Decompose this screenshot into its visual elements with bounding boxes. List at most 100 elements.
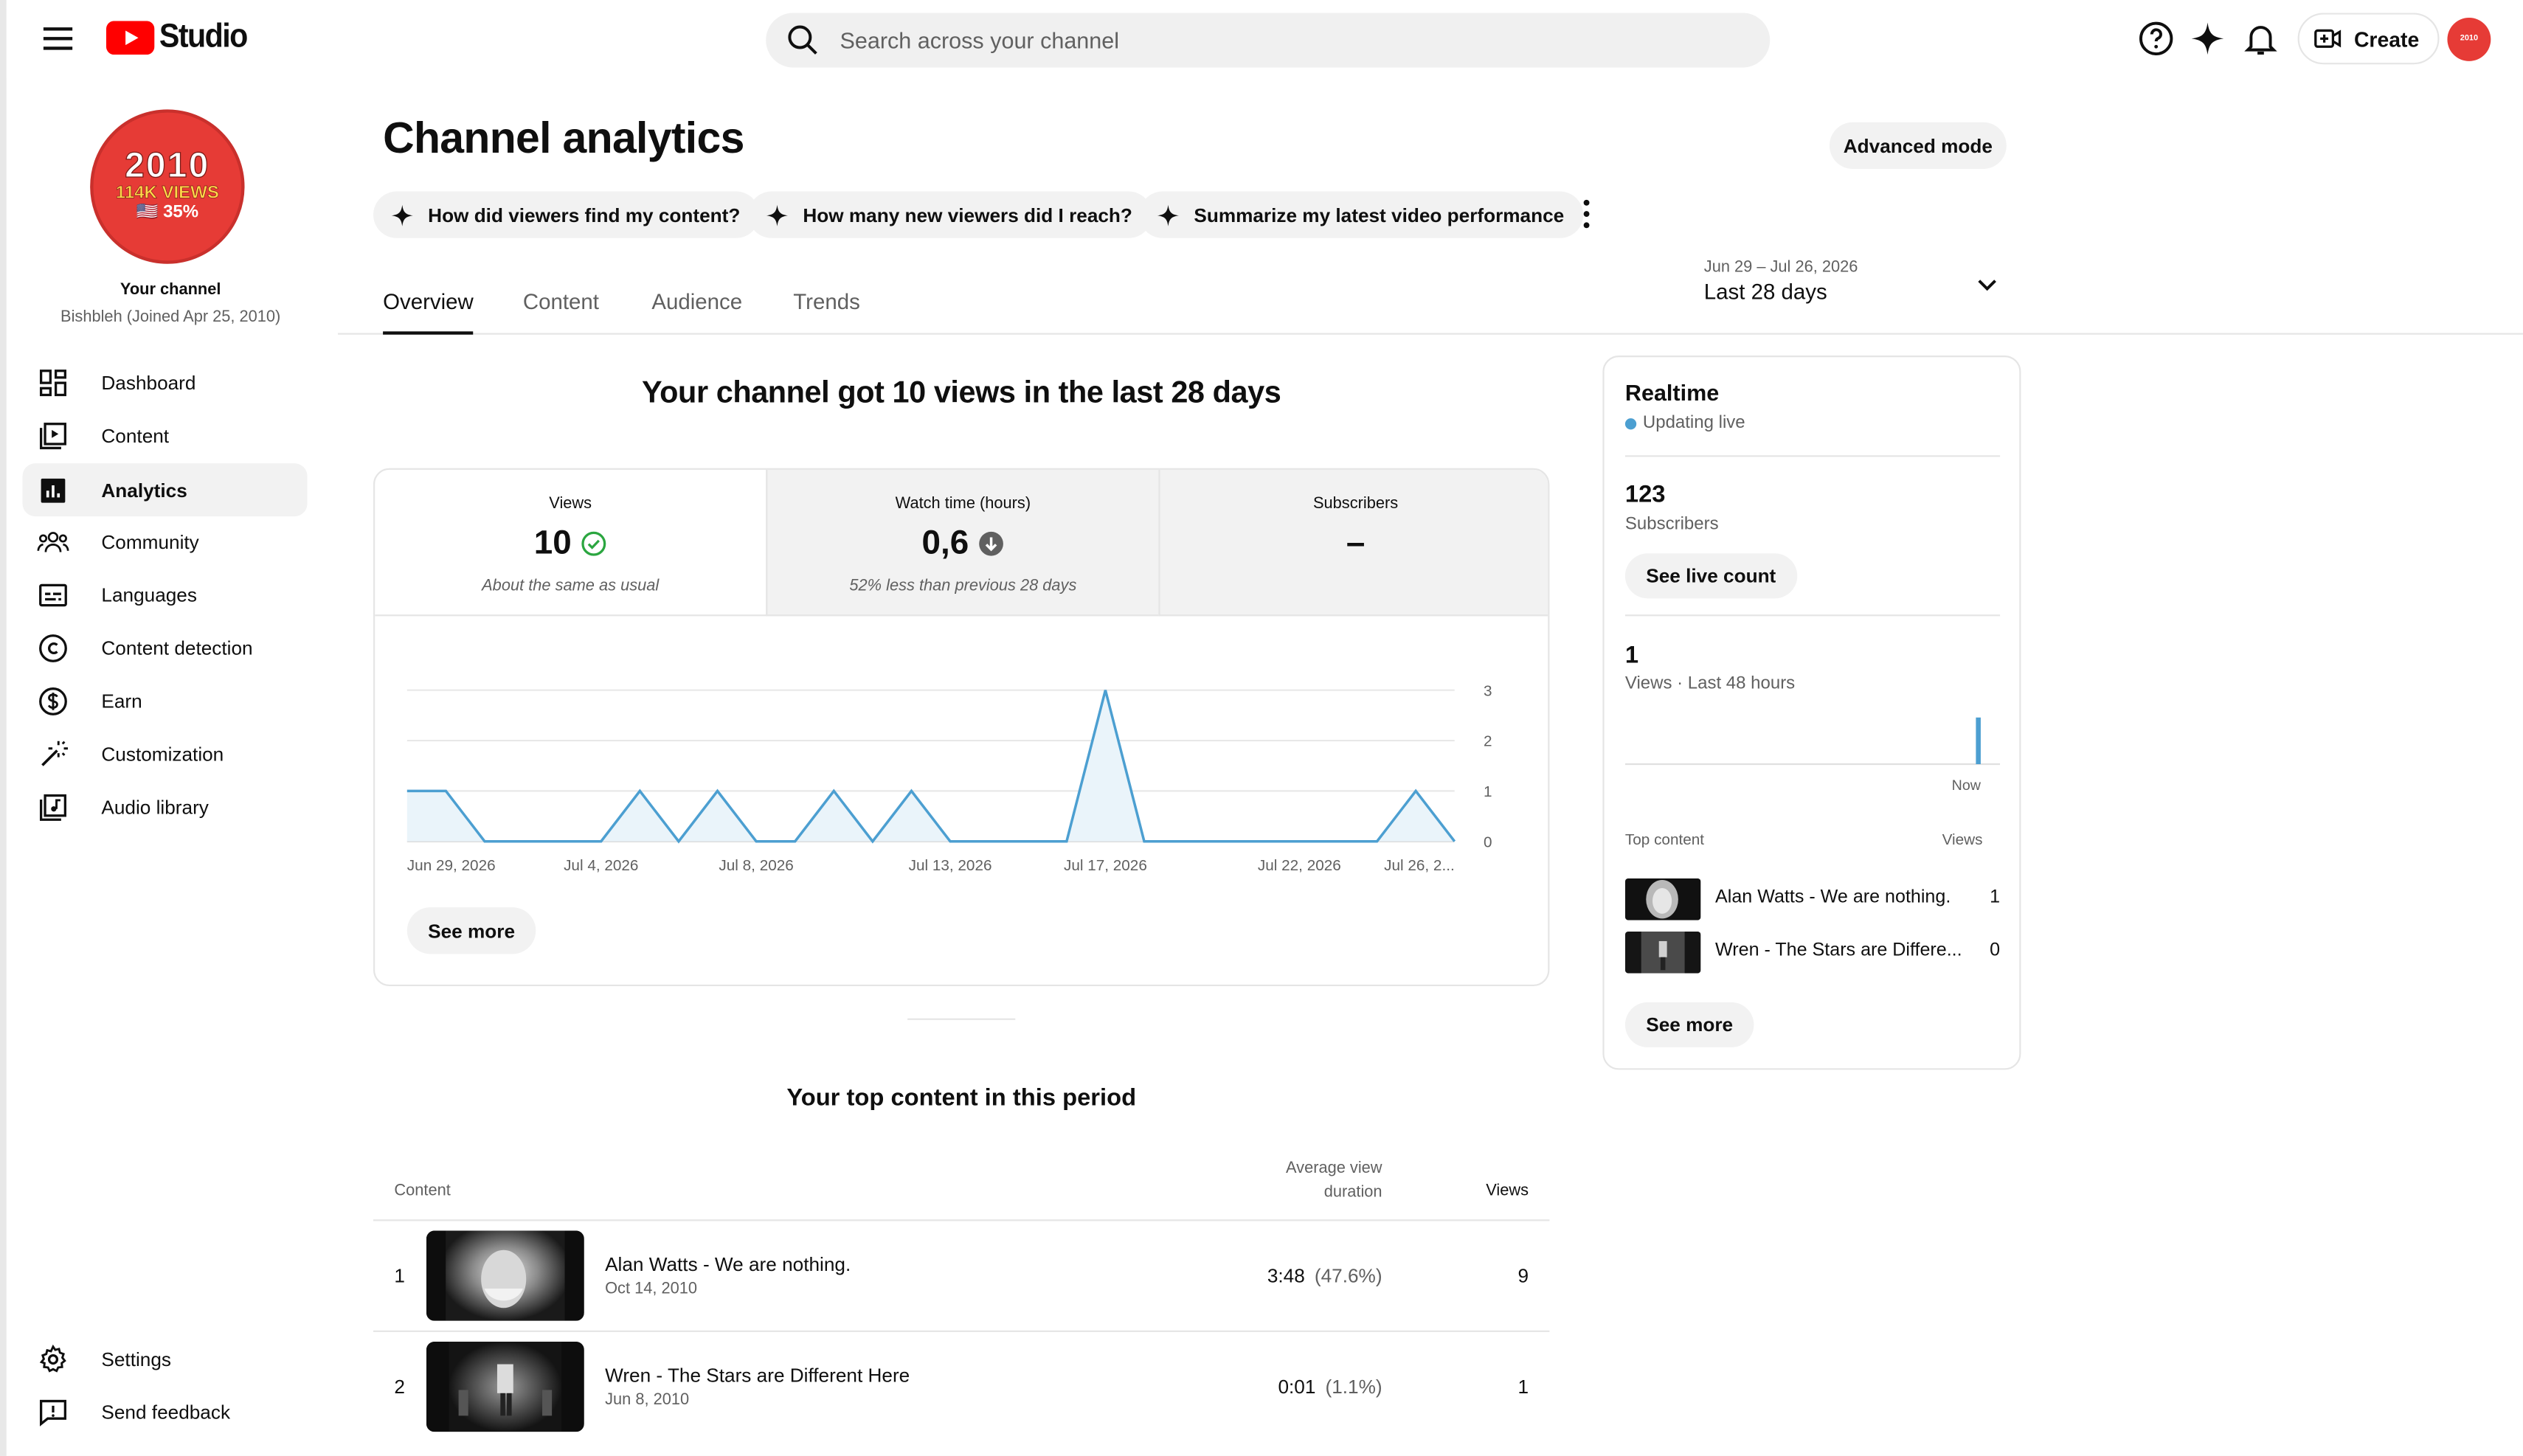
tab-trends[interactable]: Trends xyxy=(793,290,860,335)
sidebar-item-languages[interactable]: Languages xyxy=(23,568,308,621)
realtime-content-item[interactable]: Alan Watts - We are nothing. 1 xyxy=(1624,878,2001,921)
sidebar-item-earn[interactable]: Earn xyxy=(23,674,308,727)
metric-value: 0,6 xyxy=(921,524,969,562)
sidebar-item-label: Community xyxy=(101,530,199,553)
your-channel-label: Your channel xyxy=(120,281,221,299)
check-circle-icon xyxy=(581,531,606,556)
realtime-views-value: 1 xyxy=(1624,642,1639,670)
metric-value: 10 xyxy=(533,524,572,562)
sidebar-item-settings[interactable]: Settings xyxy=(23,1332,308,1385)
top-bar: Studio Create 2010 xyxy=(6,0,2523,77)
sparkle-icon xyxy=(1157,204,1180,226)
realtime-subs-value: 123 xyxy=(1624,481,1666,509)
tab-overview[interactable]: Overview xyxy=(383,290,474,335)
sidebar: 2010 114K VIEWS 🇺🇸 35% Your channel Bish… xyxy=(7,77,338,1456)
search-bar[interactable] xyxy=(766,13,1771,68)
metric-value: – xyxy=(1346,524,1366,562)
ai-prompt-chip-3[interactable]: Summarize my latest video performance xyxy=(1139,191,1584,238)
channel-avatar[interactable]: 2010 114K VIEWS 🇺🇸 35% xyxy=(90,109,245,264)
video-date: Jun 8, 2010 xyxy=(605,1391,690,1410)
sidebar-item-dashboard[interactable]: Dashboard xyxy=(23,356,308,409)
realtime-status: Updating live xyxy=(1624,413,1745,433)
metric-subscribers[interactable]: Subscribers – xyxy=(1158,469,1548,617)
arrow-down-circle-icon xyxy=(979,531,1004,556)
column-header-avd: Average view duration xyxy=(1286,1159,1382,1202)
column-header-content: Content xyxy=(394,1182,451,1201)
sidebar-item-label: Send feedback xyxy=(101,1400,231,1424)
studio-logo[interactable]: Studio xyxy=(105,18,257,56)
sidebar-item-customization[interactable]: Customization xyxy=(23,727,308,780)
channel-avatar-pct: 🇺🇸 35% xyxy=(136,203,199,223)
search-input[interactable] xyxy=(840,27,1741,53)
metric-watch-time[interactable]: Watch time (hours) 0,6 52% less than pre… xyxy=(766,469,1159,617)
chip-label: How many new viewers did I reach? xyxy=(803,203,1132,226)
video-thumbnail xyxy=(1624,878,1701,921)
realtime-subs-label: Subscribers xyxy=(1624,514,1719,535)
content-icon xyxy=(39,421,66,448)
avd-value: 3:48 xyxy=(1267,1264,1305,1287)
channel-avatar-year: 2010 xyxy=(124,145,210,186)
tab-audience[interactable]: Audience xyxy=(651,290,742,335)
notifications-icon[interactable] xyxy=(2241,19,2280,58)
sidebar-item-content[interactable]: Content xyxy=(23,409,308,462)
video-views: 9 xyxy=(1517,1264,1529,1287)
sidebar-item-send-feedback[interactable]: Send feedback xyxy=(23,1385,308,1438)
realtime-see-more-button[interactable]: See more xyxy=(1624,1002,1754,1047)
sparkle-icon xyxy=(391,204,413,226)
channel-subtitle: Bishbleh (Joined Apr 25, 2010) xyxy=(60,308,281,327)
sidebar-item-community[interactable]: Community xyxy=(23,515,308,568)
create-label: Create xyxy=(2353,26,2420,51)
realtime-item-views: 1 xyxy=(1990,887,2001,908)
community-icon xyxy=(37,531,69,552)
chart-x-tick-label: Jul 26, 2... xyxy=(1384,857,1455,874)
realtime-content-item[interactable]: Wren - The Stars are Differe... 0 xyxy=(1624,931,2000,974)
languages-icon xyxy=(39,583,67,606)
video-title: Wren - The Stars are Different Here xyxy=(605,1364,910,1387)
date-range-selector[interactable]: Jun 29 – Jul 26, 2026 Last 28 days xyxy=(1704,259,2010,304)
see-more-button[interactable]: See more xyxy=(406,907,536,954)
ai-prompt-chip-2[interactable]: How many new viewers did I reach? xyxy=(748,191,1152,238)
account-avatar[interactable]: 2010 xyxy=(2447,17,2491,61)
sidebar-item-content-detection[interactable]: Content detection xyxy=(23,621,308,674)
sidebar-item-label: Dashboard xyxy=(101,370,196,394)
table-row[interactable]: 2 Wren - The Stars are Different Here Ju… xyxy=(373,1330,1550,1441)
avg-view-duration: 0:01 (1.1%) xyxy=(1278,1376,1382,1398)
dashboard-icon xyxy=(39,369,66,396)
chart-x-tick-label: Jul 22, 2026 xyxy=(1258,857,1341,874)
metric-note: 52% less than previous 28 days xyxy=(849,578,1077,596)
sidebar-item-audio-library[interactable]: Audio library xyxy=(23,780,308,833)
chart-x-tick-label: Jun 29, 2026 xyxy=(407,857,496,874)
chart-area xyxy=(406,690,1455,842)
advanced-mode-button[interactable]: Advanced mode xyxy=(1829,122,2007,170)
see-live-count-button[interactable]: See live count xyxy=(1624,553,1797,599)
chart-bar xyxy=(1976,717,1981,765)
channel-avatar-views: 114K VIEWS xyxy=(115,184,219,204)
help-icon[interactable] xyxy=(2137,19,2176,58)
sidebar-item-label: Languages xyxy=(101,583,197,606)
sidebar-item-label: Content xyxy=(101,423,170,447)
tab-content[interactable]: Content xyxy=(523,290,599,335)
avd-value: 0:01 xyxy=(1278,1375,1316,1398)
metric-label: Watch time (hours) xyxy=(895,495,1031,513)
overview-card: Views 10 About the same as usual Watch t… xyxy=(373,468,1550,987)
video-thumbnail xyxy=(426,1342,584,1432)
menu-icon[interactable] xyxy=(38,19,77,58)
tab-bar: Overview Content Audience Trends xyxy=(338,257,2523,335)
sidebar-item-label: Analytics xyxy=(101,478,187,502)
table-row[interactable]: 1 Alan Watts - We are nothing. Oct 14, 2… xyxy=(373,1219,1550,1330)
more-options-icon[interactable] xyxy=(1571,196,1603,232)
metric-views[interactable]: Views 10 About the same as usual xyxy=(375,470,766,617)
realtime-views-chart xyxy=(1624,717,2001,766)
sparkle-icon xyxy=(766,204,789,226)
create-button[interactable]: Create xyxy=(2297,13,2440,65)
sidebar-item-analytics[interactable]: Analytics xyxy=(22,463,308,517)
chart-x-tick-label: Jul 13, 2026 xyxy=(909,857,992,874)
column-header-views: Views xyxy=(1486,1182,1529,1201)
ai-prompt-chip-1[interactable]: How did viewers find my content? xyxy=(373,191,760,238)
date-range-dates: Jun 29 – Jul 26, 2026 xyxy=(1703,259,1858,277)
avd-percent: (1.1%) xyxy=(1325,1375,1382,1398)
realtime-status-text: Updating live xyxy=(1642,413,1745,433)
chevron-down-icon xyxy=(1978,280,1996,291)
sparkle-icon[interactable] xyxy=(2188,19,2226,58)
magic-wand-icon xyxy=(41,740,68,766)
